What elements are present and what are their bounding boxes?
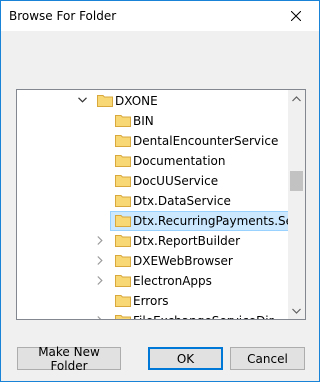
folder-icon (115, 214, 131, 227)
tree-item-label: DocUUService (133, 174, 219, 188)
tree-item-content: Documentation (110, 151, 288, 171)
browse-for-folder-dialog: Browse For Folder DXONE BIN DentalEncounte… (0, 0, 320, 382)
chevron-down-icon (292, 308, 301, 314)
folder-icon (115, 234, 131, 247)
tree-item-content: FileExchangeServiceDir (110, 311, 288, 319)
tree-item[interactable]: Documentation (17, 151, 288, 171)
folder-icon (115, 294, 131, 307)
folder-tree[interactable]: DXONE BIN DentalEncounterService Documentat… (16, 89, 306, 320)
close-icon (291, 11, 301, 21)
tree-item[interactable]: Dtx.DataService (17, 191, 288, 211)
scroll-down-button[interactable] (288, 302, 305, 319)
folder-icon (115, 254, 131, 267)
expanded-chevron-icon[interactable] (77, 95, 87, 105)
tree-item-label: DXONE (115, 94, 158, 108)
tree-item-content: Dtx.ReportBuilder (110, 231, 288, 251)
folder-icon (115, 154, 131, 167)
tree-item-label: Errors (133, 294, 169, 308)
tree-item-label: Documentation (133, 154, 226, 168)
folder-icon (115, 174, 131, 187)
tree-item-content: DXONE (92, 91, 288, 111)
folder-icon (97, 94, 113, 107)
vertical-scrollbar[interactable] (288, 90, 305, 319)
tree-item-content: Errors (110, 291, 288, 311)
folder-icon (115, 314, 131, 319)
tree-item-content: BIN (110, 111, 288, 131)
tree-item-label: Dtx.DataService (133, 194, 231, 208)
tree-item-label: ElectronApps (133, 274, 212, 288)
ok-button[interactable]: OK (148, 347, 223, 370)
tree-item-label: Dtx.ReportBuilder (133, 234, 241, 248)
dialog-title: Browse For Folder (9, 9, 117, 23)
folder-tree-rows: DXONE BIN DentalEncounterService Documentat… (17, 90, 288, 319)
title-bar: Browse For Folder (1, 1, 319, 31)
tree-item-content: DXEWebBrowser (110, 251, 288, 271)
folder-icon (115, 114, 131, 127)
tree-item-label: Dtx.RecurringPayments.Servi (133, 214, 288, 228)
tree-item-selected[interactable]: Dtx.RecurringPayments.Servi (17, 211, 288, 231)
tree-item-label: DXEWebBrowser (133, 254, 233, 268)
tree-item[interactable]: DXONE (17, 91, 288, 111)
cancel-button[interactable]: Cancel (230, 347, 305, 370)
tree-item-content: DocUUService (110, 171, 288, 191)
tree-item-content: Dtx.RecurringPayments.Servi (110, 211, 288, 231)
tree-item[interactable]: Errors (17, 291, 288, 311)
scroll-up-button[interactable] (288, 90, 305, 107)
tree-item-label: DentalEncounterService (133, 134, 279, 148)
tree-item-content: ElectronApps (110, 271, 288, 291)
scroll-thumb[interactable] (290, 171, 303, 191)
collapsed-chevron-icon[interactable] (95, 235, 105, 245)
collapsed-chevron-icon[interactable] (95, 255, 105, 265)
tree-item-content: DentalEncounterService (110, 131, 288, 151)
close-button[interactable] (273, 1, 319, 31)
tree-item[interactable]: DocUUService (17, 171, 288, 191)
collapsed-chevron-icon[interactable] (95, 315, 105, 319)
tree-item[interactable]: DXEWebBrowser (17, 251, 288, 271)
make-new-folder-button[interactable]: Make New Folder (17, 345, 121, 373)
folder-icon (115, 274, 131, 287)
tree-item[interactable]: Dtx.ReportBuilder (17, 231, 288, 251)
folder-icon (115, 134, 131, 147)
tree-item[interactable]: DentalEncounterService (17, 131, 288, 151)
folder-icon (115, 194, 131, 207)
chevron-up-icon (292, 95, 301, 101)
tree-item-label: BIN (133, 114, 154, 128)
tree-item[interactable]: ElectronApps (17, 271, 288, 291)
tree-item-content: Dtx.DataService (110, 191, 288, 211)
tree-item[interactable]: BIN (17, 111, 288, 131)
tree-item[interactable]: FileExchangeServiceDir (17, 311, 288, 319)
collapsed-chevron-icon[interactable] (95, 275, 105, 285)
tree-item-label: FileExchangeServiceDir (133, 313, 274, 319)
